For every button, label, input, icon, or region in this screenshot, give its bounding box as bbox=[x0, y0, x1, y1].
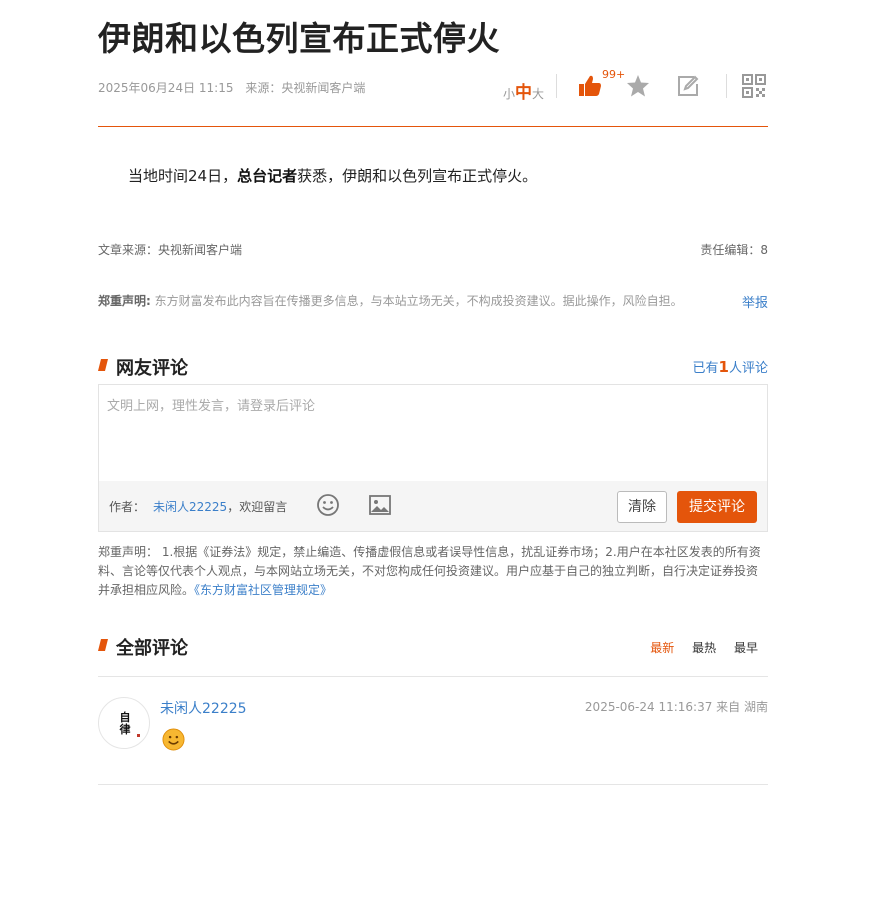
edit-icon[interactable] bbox=[674, 72, 702, 100]
divider bbox=[98, 676, 768, 677]
comment-sort-tabs: 最新 最热 最早 bbox=[636, 639, 758, 656]
article-source-footer: 文章来源：央视新闻客户端 bbox=[98, 243, 243, 257]
article-source-row: 文章来源：央视新闻客户端 责任编辑：8 bbox=[98, 241, 768, 258]
comment-count-number: 1 bbox=[718, 358, 729, 376]
font-size-medium[interactable]: 中 bbox=[515, 83, 532, 103]
clear-button[interactable]: 清除 bbox=[617, 491, 667, 523]
comment-username[interactable]: 未闲人22225 bbox=[160, 698, 247, 718]
article-toolbar: 小中大 99+ bbox=[498, 68, 768, 103]
comment-count: 已有1人评论 bbox=[693, 357, 768, 376]
like-count: 99+ bbox=[602, 68, 626, 81]
comments-section-title: 网友评论 bbox=[116, 358, 188, 379]
article-title: 伊朗和以色列宣布正式停火 bbox=[98, 19, 500, 58]
community-disclaimer: 郑重声明： 1.根据《证券法》规定，禁止编造、传播虚假信息或者误导性信息，扰乱证… bbox=[98, 543, 768, 600]
sort-tab-earliest[interactable]: 最早 bbox=[734, 641, 758, 655]
font-size-small[interactable]: 小 bbox=[503, 87, 515, 101]
divider bbox=[98, 784, 768, 785]
section-marker-icon bbox=[98, 639, 108, 651]
all-comments-header: 全部评论 最新 最热 最早 bbox=[98, 634, 768, 659]
comment-count-prefix: 已有 bbox=[692, 361, 719, 376]
body-text-part: 获悉，伊朗和以色列宣布正式停火。 bbox=[297, 167, 538, 185]
body-text-bold: 总台记者 bbox=[237, 167, 298, 185]
sort-tab-hottest[interactable]: 最热 bbox=[692, 641, 716, 655]
disclaimer-text: 东方财富发布此内容旨在传播更多信息，与本站立场无关，不构成投资建议。据此操作，风… bbox=[150, 294, 683, 308]
star-icon[interactable] bbox=[624, 72, 652, 100]
qrcode-icon[interactable] bbox=[740, 72, 768, 100]
section-marker-icon bbox=[98, 359, 108, 371]
comment-timestamp: 2025-06-24 11:16:37 来自 湖南 bbox=[584, 700, 768, 714]
emoji-picker-icon[interactable] bbox=[316, 493, 340, 517]
toolbar-divider bbox=[726, 74, 727, 98]
publish-date: 2025年06月24日 11:15 bbox=[98, 81, 234, 95]
comment-editor: 作者： 未闲人22225，欢迎留言 清除 提交评论 bbox=[98, 384, 768, 532]
comments-section-header: 网友评论 已有1人评论 bbox=[98, 354, 768, 379]
author-suffix: ，欢迎留言 bbox=[227, 500, 288, 514]
body-text-part: 当地时间24日， bbox=[128, 167, 238, 185]
disclaimer-label: 郑重声明: bbox=[98, 294, 151, 308]
article-meta: 2025年06月24日 11:15 来源：央视新闻客户端 bbox=[98, 79, 373, 96]
report-link[interactable]: 举报 bbox=[742, 292, 768, 311]
avatar[interactable]: 自 律 bbox=[98, 697, 150, 749]
avatar-calligraphy-image: 自 律 bbox=[119, 710, 140, 737]
svg-text:律: 律 bbox=[119, 722, 131, 736]
author-label: 作者： bbox=[109, 500, 146, 514]
image-upload-icon[interactable] bbox=[368, 493, 392, 517]
comment-input[interactable] bbox=[99, 385, 767, 481]
responsible-editor: 责任编辑：8 bbox=[700, 243, 768, 257]
toolbar-divider bbox=[556, 74, 557, 98]
thumbs-up-icon[interactable] bbox=[576, 72, 604, 100]
author-info: 作者： 未闲人22225，欢迎留言 bbox=[109, 498, 287, 515]
article-source: 来源：央视新闻客户端 bbox=[245, 81, 366, 95]
smile-emoji-icon bbox=[162, 728, 185, 751]
comment-count-suffix: 人评论 bbox=[728, 361, 768, 376]
article-body: 当地时间24日，总台记者获悉，伊朗和以色列宣布正式停火。 bbox=[128, 165, 537, 186]
article-disclaimer: 郑重声明: 东方财富发布此内容旨在传播更多信息，与本站立场无关，不构成投资建议。… bbox=[98, 292, 768, 311]
svg-text:自: 自 bbox=[120, 710, 131, 724]
font-size-switcher: 小中大 bbox=[503, 78, 544, 103]
comment-editor-footer: 作者： 未闲人22225，欢迎留言 清除 提交评论 bbox=[99, 481, 767, 531]
title-divider bbox=[98, 126, 768, 127]
all-comments-title: 全部评论 bbox=[116, 638, 188, 659]
sort-tab-newest[interactable]: 最新 bbox=[650, 641, 674, 655]
author-name-link[interactable]: 未闲人22225 bbox=[153, 500, 227, 514]
font-size-large[interactable]: 大 bbox=[532, 87, 544, 101]
submit-comment-button[interactable]: 提交评论 bbox=[677, 491, 757, 523]
community-rules-link[interactable]: 《东方财富社区管理规定》 bbox=[194, 583, 332, 597]
